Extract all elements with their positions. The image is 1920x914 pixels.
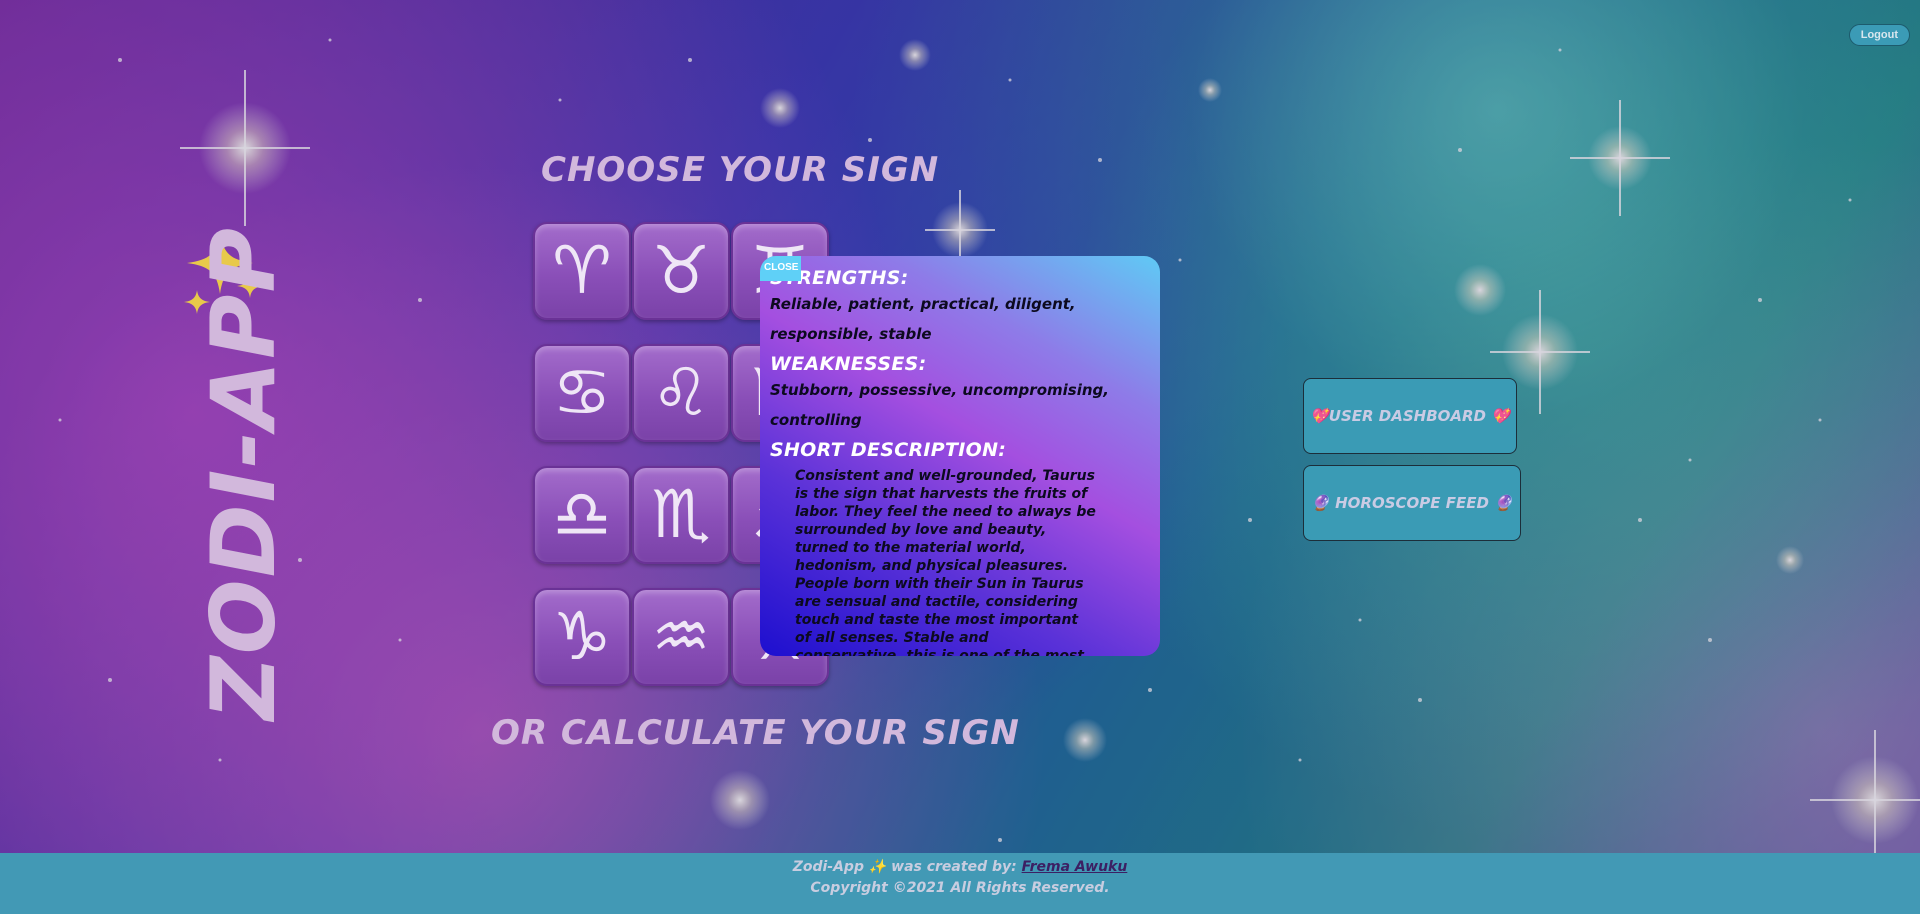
libra-icon[interactable]: ♎: [533, 466, 631, 564]
footer: Zodi-App ✨ was created by: Frema Awuku C…: [0, 853, 1920, 914]
footer-credit-text: Zodi-App ✨ was created by:: [792, 859, 1017, 875]
strengths-text: Reliable, patient, practical, diligent, …: [770, 295, 1076, 343]
description-text: Consistent and well-grounded, Taurus is …: [795, 468, 1096, 656]
leo-icon[interactable]: ♌: [632, 344, 730, 442]
sign-detail-modal: STRENGTHS: Reliable, patient, practical,…: [760, 256, 1160, 656]
user-dashboard-button[interactable]: 💖USER DASHBOARD 💖: [1303, 378, 1517, 454]
capricorn-icon[interactable]: ♑: [533, 588, 631, 686]
app-title: ZODI-APP: [192, 225, 295, 720]
author-link[interactable]: Frema Awuku: [1022, 859, 1128, 875]
aries-icon[interactable]: ♈: [533, 222, 631, 320]
modal-content[interactable]: STRENGTHS: Reliable, patient, practical,…: [760, 256, 1160, 656]
logout-button[interactable]: Logout: [1848, 24, 1910, 46]
weaknesses-text: Stubborn, possessive, uncompromising, co…: [770, 381, 1109, 429]
taurus-icon[interactable]: ♉: [632, 222, 730, 320]
weaknesses-heading: WEAKNESSES:: [770, 353, 927, 375]
footer-credit: Zodi-App ✨ was created by: Frema Awuku: [0, 853, 1920, 879]
scorpio-icon[interactable]: ♏: [632, 466, 730, 564]
cancer-icon[interactable]: ♋: [533, 344, 631, 442]
calculate-sign-link[interactable]: OR CALCULATE YOUR SIGN: [491, 713, 1020, 753]
choose-sign-heading: CHOOSE YOUR SIGN: [541, 150, 940, 190]
horoscope-feed-button[interactable]: 🔮 HOROSCOPE FEED 🔮: [1303, 465, 1521, 541]
aquarius-icon[interactable]: ♒: [632, 588, 730, 686]
close-button[interactable]: CLOSE: [760, 256, 801, 281]
footer-copyright: Copyright ©2021 All Rights Reserved.: [810, 880, 1110, 896]
strengths-heading: STRENGTHS:: [770, 267, 909, 289]
description-heading: SHORT DESCRIPTION:: [770, 439, 1007, 461]
